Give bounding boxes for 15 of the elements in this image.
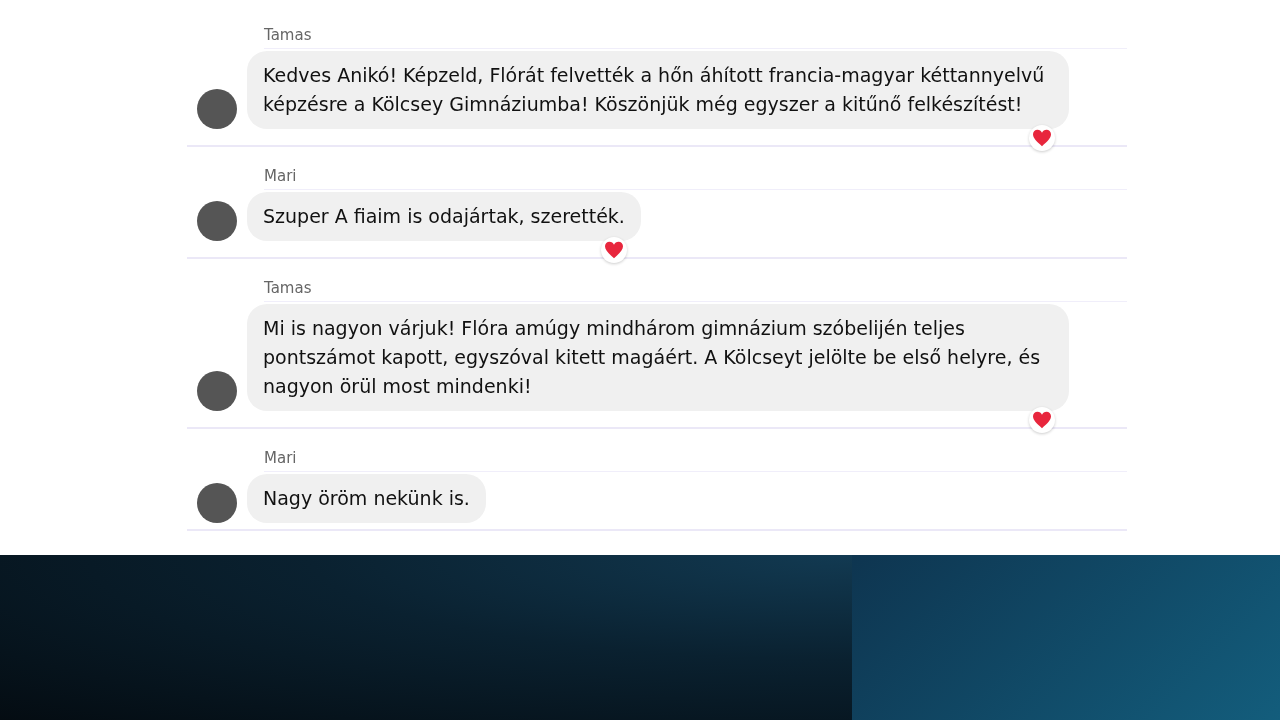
message-bubble: Nagy öröm nekünk is. (247, 474, 486, 523)
message-bubble: Kedves Anikó! Képzeld, Flórát felvették a hőn áhított francia-magyar kéttannyelvű képzésre a Kölcsey Gimnáziumba! Köszönjük még egyszer a kitűnő felkészítést! (247, 51, 1069, 129)
message-bubble: Mi is nagyon várjuk! Flóra amúgy mindhárom gimnázium szóbelijén teljes pontszámot kapott, egyszóval kitett magáért. A Kölcseyt jelölte be első helyre, és nagyon örül most mindenki! (247, 304, 1069, 411)
heart-reaction-icon[interactable] (1029, 125, 1055, 151)
avatar-photo-placeholder[interactable] (197, 371, 237, 411)
avatar-photo-placeholder[interactable] (197, 89, 237, 129)
avatar-photo-placeholder[interactable] (197, 483, 237, 523)
heart-reaction-icon[interactable] (600, 237, 627, 263)
message-bubble: Szuper A fiaim is odajártak, szerették. (247, 192, 641, 241)
author-name: Mari (264, 167, 1127, 190)
author-name: Tamas (264, 26, 1127, 49)
author-name: Tamas (264, 279, 1127, 302)
avatar-photo-placeholder[interactable] (197, 201, 237, 241)
heart-reaction-icon[interactable] (1029, 407, 1055, 433)
author-name: Mari (264, 449, 1127, 472)
